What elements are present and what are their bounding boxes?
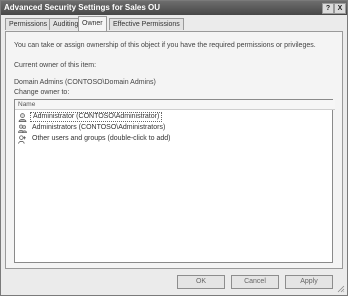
list-item-label: Other users and groups (double-click to … <box>32 135 171 142</box>
advanced-security-dialog: Advanced Security Settings for Sales OU … <box>0 0 348 296</box>
cancel-button[interactable]: Cancel <box>231 275 279 289</box>
group-icon <box>18 124 27 133</box>
user-icon <box>18 113 27 122</box>
help-button[interactable]: ? <box>322 3 334 14</box>
window-title: Advanced Security Settings for Sales OU <box>4 3 161 12</box>
current-owner-value: Domain Admins (CONTOSO\Domain Admins) <box>14 79 156 86</box>
resize-grip-icon[interactable] <box>337 285 345 293</box>
ownership-description: You can take or assign ownership of this… <box>14 42 316 49</box>
apply-button[interactable]: Apply <box>285 275 333 289</box>
tab-effective-permissions[interactable]: Effective Permissions <box>109 18 184 30</box>
list-item[interactable]: Administrator (CONTOSO\Administrator) <box>17 112 329 122</box>
list-header-name[interactable]: Name <box>15 100 335 110</box>
owner-candidate-list[interactable]: Name Administrator (CONTOSO\Administrato… <box>14 99 335 263</box>
tab-owner[interactable]: Owner <box>78 16 107 31</box>
close-button[interactable]: X <box>334 3 346 14</box>
list-item[interactable]: Other users and groups (double-click to … <box>17 134 329 144</box>
list-item[interactable]: Administrators (CONTOSO\Administrators) <box>17 123 329 133</box>
list-item-label: Administrators (CONTOSO\Administrators) <box>32 124 166 131</box>
tab-permissions[interactable]: Permissions <box>5 18 52 30</box>
change-owner-label: Change owner to: <box>14 89 70 96</box>
ok-button[interactable]: OK <box>177 275 225 289</box>
current-owner-label: Current owner of this item: <box>14 62 97 69</box>
title-bar[interactable]: Advanced Security Settings for Sales OU … <box>1 1 347 15</box>
list-item-label: Administrator (CONTOSO\Administrator) <box>30 112 163 122</box>
add-users-icon <box>18 135 26 144</box>
owner-tab-panel: You can take or assign ownership of this… <box>5 31 343 269</box>
